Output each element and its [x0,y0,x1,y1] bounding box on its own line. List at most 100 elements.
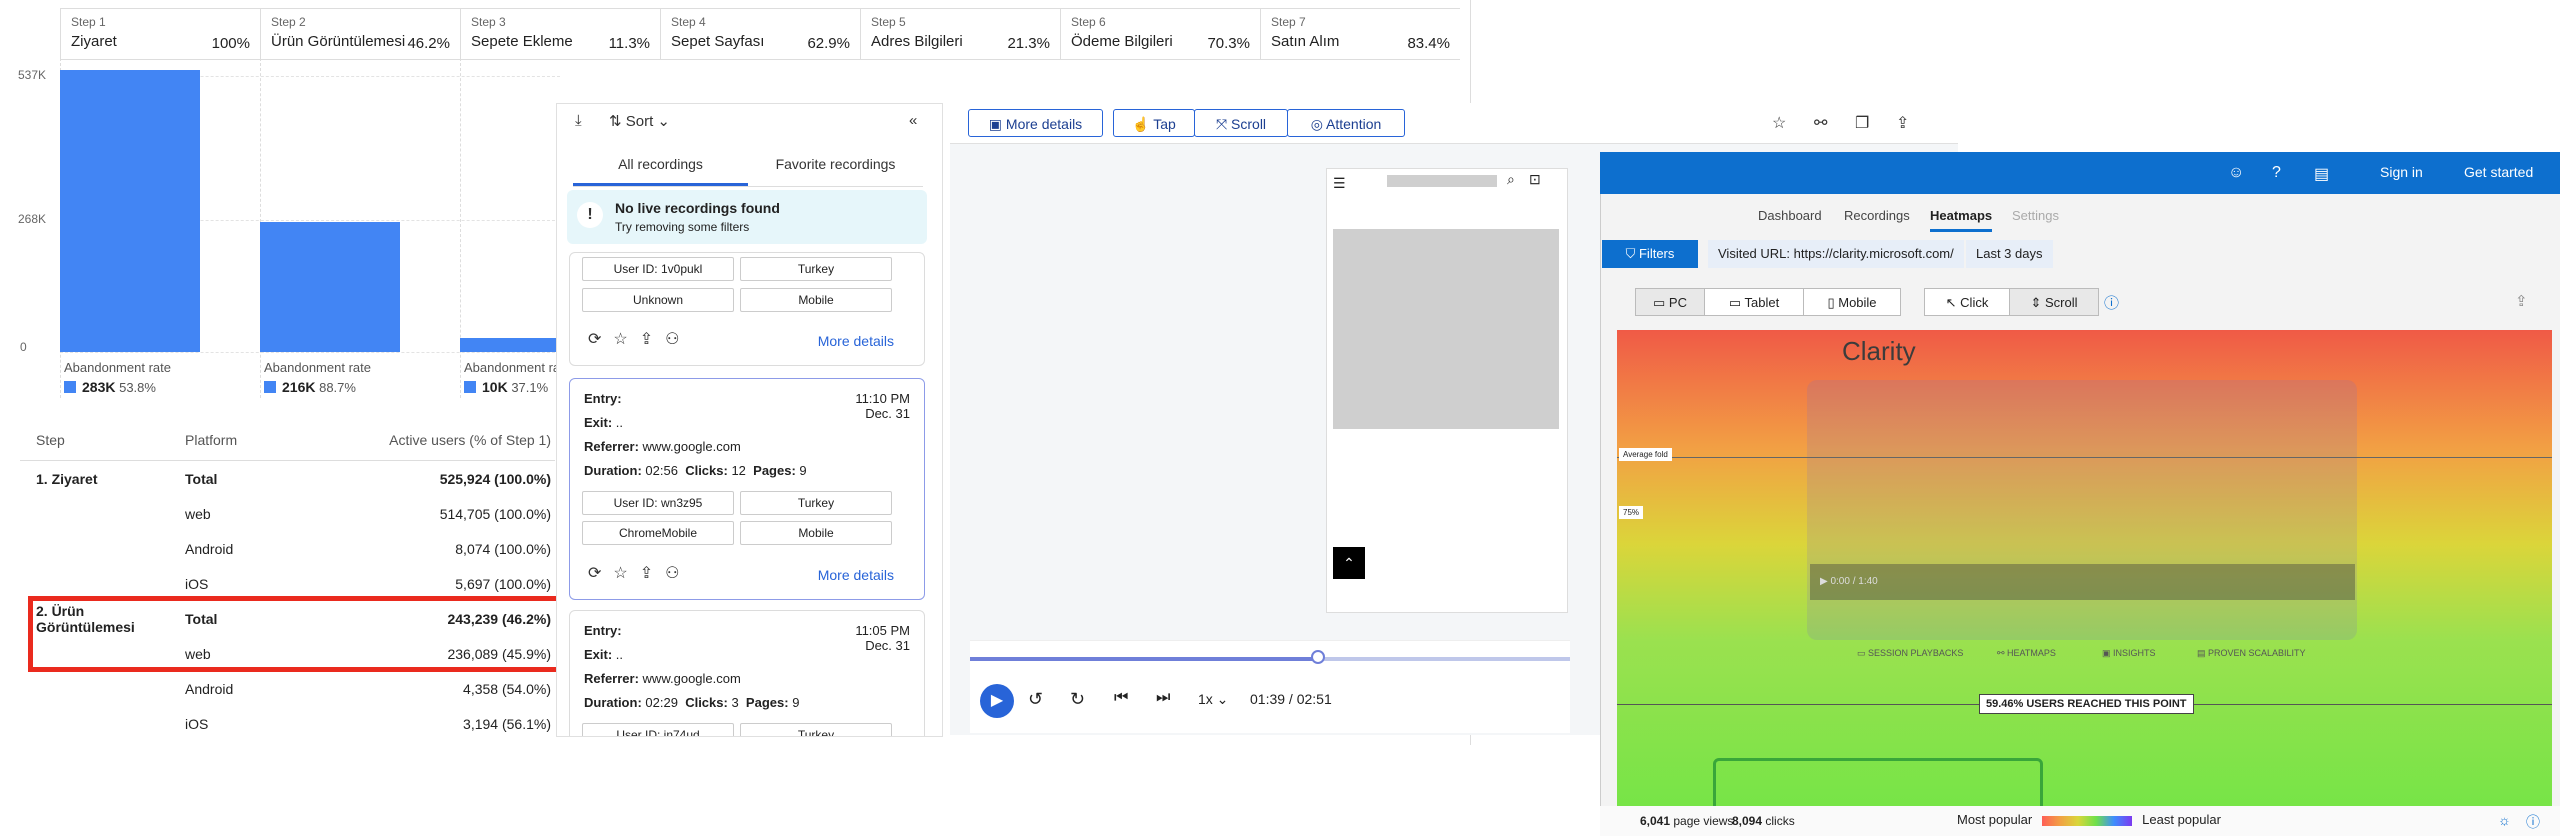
attention-button[interactable]: ◎ Attention [1287,109,1405,137]
download-icon[interactable]: ⤓ [575,112,582,129]
copy-icon[interactable]: ❐ [1855,113,1869,133]
cell-platform: Android [185,680,234,697]
funnel-step[interactable]: Step 2 Ürün Görüntülemesi 46.2% [260,9,460,59]
step-percent: 21.3% [1007,35,1050,52]
tab-all-recordings[interactable]: All recordings [573,146,748,186]
mode-scroll-button[interactable]: ⇕ Scroll [2009,288,2099,316]
rewind-icon[interactable]: ↺ [1028,689,1043,710]
date-range-filter[interactable]: Last 3 days [1966,240,2053,268]
cell-users: 514,705 (100.0%) [439,505,551,522]
device-pc-button[interactable]: ▭ PC [1635,288,1705,316]
funnel-step[interactable]: Step 7 Satın Alım 83.4% [1260,9,1460,59]
pages-value: 9 [799,463,807,478]
funnel-step[interactable]: Step 4 Sepet Sayfası 62.9% [660,9,860,59]
funnel-bar[interactable] [60,70,200,352]
next-icon[interactable]: ⏭ [1156,689,1170,707]
nav-settings[interactable]: Settings [2012,208,2059,223]
nav-dashboard[interactable]: Dashboard [1758,208,1822,223]
column-header[interactable]: Active users (% of Step 1) [350,432,555,448]
logo-placeholder [1387,175,1497,187]
speed-select[interactable]: 1x ⌄ [1198,691,1228,708]
previous-icon[interactable]: ⏮ [1114,689,1128,707]
device-chip: Mobile [740,288,892,312]
recording-card[interactable]: User ID: 1v0pukl Turkey Unknown Mobile ⟳… [569,252,925,366]
replay-icon[interactable]: ⟳ [588,331,613,348]
get-started-link[interactable]: Get started [2464,164,2533,180]
column-header[interactable]: Step [20,432,185,448]
exit-label: Exit: [584,647,613,662]
document-icon[interactable]: ▤ [2314,164,2329,184]
device-tablet-button[interactable]: ▭ Tablet [1704,288,1804,316]
recording-card[interactable]: Entry: 11:05 PM Dec. 31 Exit: .. Referrer… [569,610,925,736]
percent-marker: 75% [1619,506,1644,519]
funnel-bar[interactable] [460,338,560,352]
abandonment-rate: 37.1% [511,380,549,395]
nav-recordings[interactable]: Recordings [1844,208,1910,223]
video-time: 0:00 / 1:40 [1830,576,1878,587]
player-toolbar: ▣ More details ☝ Tap ⤧ Scroll ◎ Attentio… [950,103,1958,144]
play-icon[interactable]: ▶ [980,684,1014,718]
funnel-step[interactable]: Step 3 Sepete Ekleme 11.3% [460,9,660,59]
table-row[interactable]: web 514,705 (100.0%) [20,496,555,531]
more-details-button[interactable]: ▣ More details [968,109,1103,137]
info-icon[interactable]: ⓘ [2526,812,2540,832]
feature-label: INSIGHTS [2113,648,2156,658]
table-row[interactable]: Android 8,074 (100.0%) [20,531,555,566]
star-icon[interactable]: ☆ [613,565,639,582]
clicks-value: 12 [731,463,746,478]
table-row[interactable]: Android 4,358 (54.0%) [20,671,555,706]
help-icon[interactable]: ? [2272,164,2281,182]
cell-users: 3,194 (56.1%) [463,715,551,732]
button-label: Scroll [2045,295,2078,310]
funnel-step[interactable]: Step 1 Ziyaret 100% [60,9,260,59]
duration-label: Duration: [584,695,642,710]
sort-button[interactable]: ⇅ Sort ⌄ [609,112,670,130]
more-details-link[interactable]: More details [818,567,894,583]
more-details-link[interactable]: More details [818,333,894,349]
timeline-thumb[interactable] [1311,650,1325,664]
tab-favorite-recordings[interactable]: Favorite recordings [748,146,923,186]
clarity-brand-text: Clarity [1842,336,1916,366]
info-icon[interactable]: ⓘ [2104,292,2119,313]
share-icon[interactable]: ⇪ [640,331,665,348]
share-icon[interactable]: ⇪ [640,565,665,582]
sign-in-link[interactable]: Sign in [2380,164,2423,180]
recording-card[interactable]: Entry: 11:10 PM Dec. 31 Exit: .. Referrer… [569,378,925,600]
button-label: More details [1005,116,1083,132]
share-icon[interactable]: ⇪ [1896,113,1909,133]
tap-button[interactable]: ☝ Tap [1113,109,1195,137]
star-icon[interactable]: ☆ [613,331,639,348]
search-icon: ⌕ [1507,171,1515,187]
scroll-button[interactable]: ⤧ Scroll [1194,109,1288,137]
replay-icon[interactable]: ⟳ [588,565,613,582]
cell-platform: iOS [185,715,209,732]
forward-icon[interactable]: ↻ [1070,689,1085,710]
user-icon[interactable]: ⚇ [665,331,691,348]
smiley-icon[interactable]: ☺ [2228,164,2244,182]
recording-time: 11:05 PM [855,623,910,638]
share-icon[interactable]: ⇪ [2515,292,2528,310]
feature-item: ⚯ HEATMAPS [1997,648,2056,658]
star-icon[interactable]: ☆ [1772,113,1786,133]
nav-heatmaps[interactable]: Heatmaps [1930,208,1993,232]
table-row[interactable]: iOS 3,194 (56.1%) [20,706,555,741]
user-icon[interactable]: ⚇ [665,565,691,582]
table-row[interactable]: 1. Ziyaret Total 525,924 (100.0%) [20,461,555,496]
device-mobile-button[interactable]: ▯ Mobile [1803,288,1901,316]
cell-platform: iOS [185,575,209,592]
abandonment-label: Abandonment rate [464,360,571,375]
funnel-step[interactable]: Step 5 Adres Bilgileri 21.3% [860,9,1060,59]
mode-click-button[interactable]: ↖ Click [1924,288,2010,316]
filters-button[interactable]: ⛉ Filters [1602,240,1698,268]
column-header[interactable]: Platform [185,432,350,448]
funnel-bar[interactable] [260,222,400,352]
funnel-step[interactable]: Step 6 Ödeme Bilgileri 70.3% [1060,9,1260,59]
collapse-icon[interactable]: « [909,112,917,129]
country-chip: Turkey [740,723,892,736]
clicks-stat: 8,094 clicks [1732,814,1795,828]
abandonment-info: Abandonment rate 216K 88.7% [264,360,371,395]
sun-icon[interactable]: ☼ [2498,812,2511,828]
scroll-top-icon[interactable]: ⌃ [1333,547,1365,579]
share-link-icon[interactable]: ⚯ [1814,113,1827,133]
visited-url-filter[interactable]: Visited URL: https://clarity.microsoft.c… [1708,240,1964,268]
